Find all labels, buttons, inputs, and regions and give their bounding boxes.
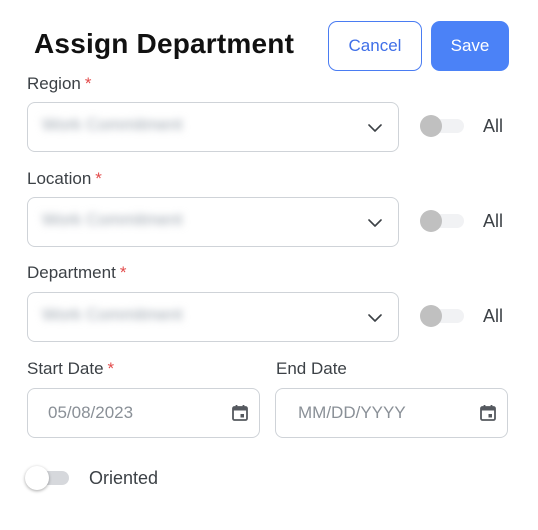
department-select[interactable]: Work Commitment (27, 292, 399, 342)
department-all-toggle[interactable]: All (420, 303, 510, 329)
toggle-track[interactable] (420, 115, 464, 137)
region-all-label: All (483, 115, 504, 136)
location-selected-value: Work Commitment (42, 210, 183, 229)
location-all-label: All (483, 210, 504, 231)
calendar-icon[interactable] (231, 404, 249, 422)
location-label: Location * (27, 169, 102, 189)
oriented-label: Oriented (89, 467, 159, 488)
oriented-toggle-knob (25, 466, 49, 490)
location-select[interactable]: Work Commitment (27, 197, 399, 247)
start-date-label: Start Date * (27, 359, 114, 379)
save-button[interactable]: Save (431, 21, 509, 71)
department-selected-value: Work Commitment (42, 305, 183, 324)
toggle-knob (420, 115, 442, 137)
start-date-label-text: Start Date (27, 359, 104, 378)
location-label-text: Location (27, 169, 92, 188)
toggle-knob (420, 305, 442, 327)
region-label-text: Region (27, 74, 81, 93)
region-select[interactable]: Work Commitment (27, 102, 399, 152)
oriented-toggle-track[interactable] (25, 466, 69, 490)
cancel-button[interactable]: Cancel (328, 21, 422, 71)
start-date-input[interactable]: 05/08/2023 (27, 388, 260, 438)
oriented-toggle[interactable]: Oriented (25, 466, 159, 490)
region-selected-value: Work Commitment (42, 115, 183, 134)
required-asterisk: * (107, 359, 115, 378)
department-all-label: All (483, 305, 504, 326)
end-date-placeholder: MM/DD/YYYY (298, 403, 406, 422)
required-asterisk: * (95, 169, 102, 188)
required-asterisk: * (84, 74, 92, 93)
toggle-track[interactable] (420, 210, 464, 232)
toggle-track[interactable] (420, 305, 464, 327)
chevron-down-icon (368, 124, 382, 132)
chevron-down-icon (368, 219, 382, 227)
region-label: Region * (27, 74, 92, 94)
required-asterisk: * (119, 263, 127, 282)
page-title: Assign Department (34, 28, 295, 59)
end-date-input[interactable]: MM/DD/YYYY (275, 388, 508, 438)
department-label: Department * (27, 263, 126, 283)
chevron-down-icon (368, 314, 382, 322)
calendar-icon[interactable] (479, 404, 497, 422)
end-date-label: End Date (276, 359, 347, 378)
start-date-value: 05/08/2023 (48, 403, 134, 422)
department-label-text: Department (27, 263, 116, 282)
toggle-knob (420, 210, 442, 232)
region-all-toggle[interactable]: All (420, 113, 510, 139)
location-all-toggle[interactable]: All (420, 208, 510, 234)
